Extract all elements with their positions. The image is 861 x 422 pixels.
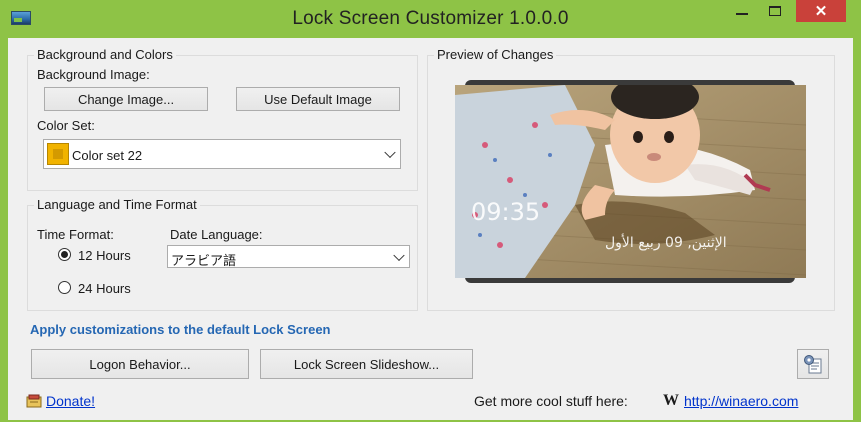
date-language-value: アラビア語	[171, 253, 237, 268]
use-default-image-button[interactable]: Use Default Image	[236, 87, 400, 111]
group-title-preview: Preview of Changes	[434, 47, 557, 62]
radio-12-hours-label[interactable]: 12 Hours	[78, 248, 131, 263]
preview-time: 09:35	[471, 198, 540, 226]
preview-photo: 09:35 الإثنين, 09 ربيع الأول	[455, 85, 806, 278]
footer-text: Get more cool stuff here:	[474, 393, 628, 409]
close-button[interactable]: ✕	[796, 0, 846, 22]
radio-24-hours[interactable]	[58, 281, 71, 294]
gear-icon	[804, 355, 822, 374]
preview-date: الإثنين, 09 ربيع الأول	[605, 233, 727, 251]
color-swatch	[47, 143, 69, 165]
radio-12-hours[interactable]	[58, 248, 71, 261]
close-icon: ✕	[814, 3, 828, 20]
color-set-value: Color set 22	[72, 148, 143, 163]
group-title-background: Background and Colors	[34, 47, 176, 62]
maximize-icon	[769, 6, 781, 16]
change-image-button[interactable]: Change Image...	[44, 87, 208, 111]
time-format-label: Time Format:	[37, 227, 114, 242]
group-title-language: Language and Time Format	[34, 197, 200, 212]
date-language-label: Date Language:	[170, 227, 263, 242]
minimize-button[interactable]	[727, 0, 757, 22]
date-language-dropdown[interactable]: アラビア語	[167, 245, 410, 268]
maximize-button[interactable]	[760, 0, 790, 22]
color-set-dropdown[interactable]: Color set 22	[43, 139, 401, 169]
chevron-down-icon	[393, 249, 405, 261]
apply-customizations-link[interactable]: Apply customizations to the default Lock…	[30, 322, 331, 337]
winaero-logo: W	[663, 392, 679, 409]
radio-24-hours-label[interactable]: 24 Hours	[78, 281, 131, 296]
donate-icon[interactable]	[26, 393, 42, 409]
lock-screen-preview: 09:35 الإثنين, 09 ربيع الأول	[455, 85, 806, 278]
logon-behavior-button[interactable]: Logon Behavior...	[31, 349, 249, 379]
app-window: Lock Screen Customizer 1.0.0.0 ✕ Backgro…	[0, 0, 861, 422]
color-set-label: Color Set:	[37, 118, 95, 133]
lock-screen-slideshow-button[interactable]: Lock Screen Slideshow...	[260, 349, 473, 379]
donate-link[interactable]: Donate!	[46, 393, 95, 409]
settings-button[interactable]	[797, 349, 829, 379]
background-image-label: Background Image:	[37, 67, 150, 82]
minimize-icon	[736, 13, 748, 15]
client-area: Background and Colors Background Image: …	[8, 38, 853, 420]
title-bar[interactable]: Lock Screen Customizer 1.0.0.0 ✕	[0, 0, 861, 38]
chevron-down-icon	[384, 146, 396, 159]
winaero-link[interactable]: http://winaero.com	[684, 393, 798, 409]
